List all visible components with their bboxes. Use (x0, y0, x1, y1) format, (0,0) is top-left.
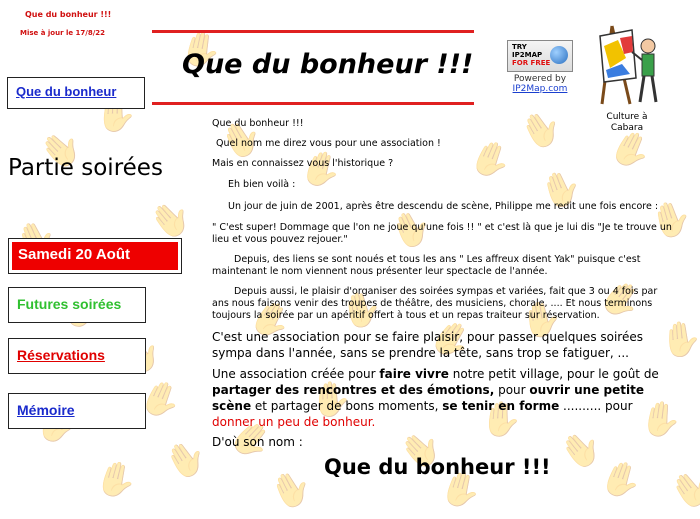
paragraph-3: Mais en connaissez vous l'historique ? (212, 158, 394, 169)
paragraph-7: Depuis, des liens se sont noués et tous … (212, 254, 641, 277)
paragraph-8: Depuis aussi, le plaisir d'organiser des… (212, 286, 658, 321)
p10-text-j: donner un peu de bonheur. (212, 415, 376, 429)
ip2map-link[interactable]: IP2Map.com (513, 84, 568, 94)
paragraph-10: Une association créée pour faire vivre n… (212, 366, 676, 430)
paragraph-4: Eh bien voilà : (228, 179, 296, 190)
hand-print-icon: ✋ (263, 462, 320, 518)
nav-memory-label[interactable]: Mémoire (17, 402, 75, 418)
paragraph-1: Que du bonheur !!! (212, 118, 304, 129)
painter-easel-icon (599, 25, 658, 105)
nav-future-label[interactable]: Futures soirées (17, 296, 121, 312)
paragraph-6: " C'est super! Dommage que l'on ne joue … (212, 222, 672, 245)
hand-print-icon: ✋ (157, 431, 215, 489)
ip2map-widget[interactable]: TRY IP2MAP FOR FREE Powered by IP2Map.co… (505, 40, 575, 94)
p10-text-i: .......... pour (559, 399, 633, 413)
badge-line2: IP2MAP (512, 51, 543, 59)
p10-text-h: se tenir en forme (442, 399, 560, 413)
header-bottom-rule (152, 102, 474, 105)
nav-future-button[interactable]: Futures soirées (8, 287, 146, 323)
nav-current-event-label[interactable]: Samedi 20 Août (18, 246, 130, 263)
nav-home-label[interactable]: Que du bonheur (16, 84, 116, 99)
header-top-rule (152, 30, 474, 33)
p10-text-g: et partager de bons moments, (251, 399, 443, 413)
paragraph-9: C'est une association pour se faire plai… (212, 330, 643, 360)
hand-print-icon: ✋ (90, 455, 142, 505)
p10-text-c: notre petit village, pour le goût de (448, 367, 659, 381)
top-title: Que du bonheur !!! (25, 10, 112, 19)
nav-memory-button[interactable]: Mémoire (8, 393, 146, 429)
nav-home-button[interactable]: Que du bonheur (7, 77, 145, 109)
p10-text-d: partager des rencontres et des émotions, (212, 383, 495, 397)
hand-print-icon: ✋ (662, 461, 700, 519)
nav-current-event-button[interactable]: Samedi 20 Août (8, 238, 182, 274)
p10-text-e: pour (494, 383, 530, 397)
update-date: Mise à jour le 17/8/22 (20, 29, 106, 37)
paragraph-11: D'où son nom : (212, 435, 303, 449)
footer-title: Que du bonheur !!! (324, 455, 551, 479)
p10-text-b: faire vivre (379, 367, 449, 381)
page-title: Que du bonheur !!! (182, 49, 474, 80)
paragraph-5: Un jour de juin de 2001, après être desc… (228, 201, 659, 212)
section-title: Partie soirées (8, 155, 163, 181)
culture-clipart: Culture à Cabara (586, 16, 668, 134)
hand-print-icon: ✋ (594, 454, 648, 506)
badge-line3: FOR FREE (512, 59, 551, 67)
powered-by-label: Powered by (513, 74, 567, 84)
nav-reservations-button[interactable]: Réservations (8, 338, 146, 374)
ip2map-badge[interactable]: TRY IP2MAP FOR FREE (507, 40, 573, 72)
p10-text-a: Une association créée pour (212, 367, 380, 381)
badge-line1: TRY (512, 43, 527, 51)
header-banner: Que du bonheur !!! (152, 30, 474, 105)
paragraph-2: Quel nom me direz vous pour une associat… (216, 138, 441, 149)
nav-reservations-label[interactable]: Réservations (17, 347, 105, 363)
globe-icon (550, 46, 568, 64)
